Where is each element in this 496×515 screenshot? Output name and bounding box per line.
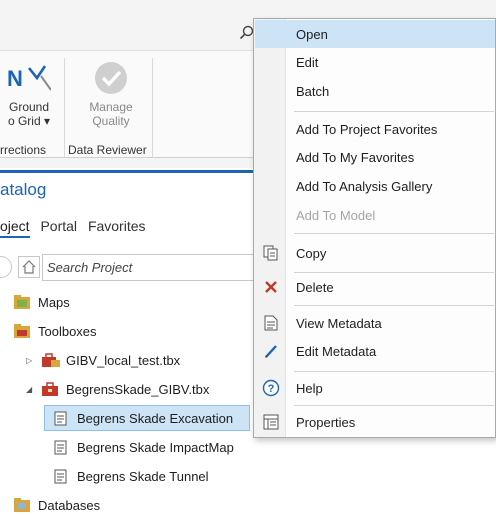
tree-item-gibv-local-test[interactable]: ▷ GIBV_local_test.tbx	[26, 347, 180, 373]
menu-separator	[294, 305, 494, 306]
menu-item-label: Add To Analysis Gallery	[296, 178, 433, 194]
tree-item-label: GIBV_local_test.tbx	[66, 352, 181, 368]
manage-quality-label-1: Manage	[89, 100, 133, 114]
svg-text:N: N	[7, 66, 23, 91]
catalog-title: atalog	[0, 180, 47, 199]
menu-item-label: Open	[296, 26, 328, 42]
menu-item-label: Edit	[296, 54, 319, 70]
menu-item-label: Batch	[296, 83, 330, 99]
map-folder-icon	[14, 295, 30, 309]
script-tool-icon	[53, 469, 69, 484]
svg-text:?: ?	[268, 383, 275, 395]
menu-item-label: Copy	[296, 245, 327, 261]
properties-icon	[255, 408, 287, 436]
catalog-tabs: oject Portal Favorites	[0, 218, 153, 238]
script-tool-icon	[53, 440, 69, 455]
menu-item-label: Edit Metadata	[296, 343, 377, 359]
context-menu: Open Edit Batch Add To Project Favorites…	[253, 18, 496, 438]
menu-item-label: View Metadata	[296, 315, 382, 331]
tree-item-label: Begrens Skade Excavation	[77, 410, 234, 426]
menu-item-label: Properties	[296, 414, 356, 430]
tree-item-databases[interactable]: Databases	[14, 492, 100, 515]
menu-item-label: Add To Model	[296, 207, 376, 223]
manage-quality-button[interactable]: Manage Quality	[74, 60, 148, 128]
menu-item-help[interactable]: ? Help	[255, 374, 495, 402]
menu-item-label: Add To My Favorites	[296, 149, 415, 165]
group-label-corrections: rrections	[0, 143, 47, 157]
manage-quality-label-2: Quality	[92, 114, 130, 128]
tree-item-toolboxes[interactable]: Toolboxes	[14, 318, 97, 344]
menu-item-label: Add To Project Favorites	[296, 121, 438, 137]
toolbox-icon	[42, 382, 58, 396]
tree-item-label: Databases	[38, 497, 101, 513]
group-label-data-reviewer: Data Reviewer	[68, 143, 147, 157]
menu-item-add-to-model: Add To Model	[255, 201, 495, 229]
menu-item-add-to-analysis-gallery[interactable]: Add To Analysis Gallery	[255, 172, 495, 200]
menu-separator	[294, 371, 494, 372]
databases-icon	[14, 498, 30, 512]
help-icon: ?	[255, 374, 287, 402]
ground-to-grid-label-2: o Grid ▾	[7, 114, 51, 128]
tree-item-label: Maps	[38, 294, 70, 310]
collapse-icon[interactable]: ◢	[26, 385, 36, 394]
menu-separator	[294, 233, 494, 234]
back-button[interactable]	[0, 256, 12, 278]
menu-item-open[interactable]: Open	[255, 20, 495, 48]
delete-icon	[255, 273, 287, 301]
ground-to-grid-icon: N	[0, 60, 58, 100]
ribbon-separator	[64, 140, 65, 158]
menu-item-batch[interactable]: Batch	[255, 77, 495, 105]
tree-item-begrensskade-gibv[interactable]: ◢ BegrensSkade_GIBV.tbx	[26, 376, 209, 402]
ground-to-grid-label-1: Ground	[8, 100, 50, 114]
home-button[interactable]	[18, 256, 40, 278]
catalog-search-row: Search Project	[0, 254, 258, 282]
search-input[interactable]: Search Project	[42, 254, 258, 281]
tree-item-begrens-skade-impactmap[interactable]: Begrens Skade ImpactMap	[53, 434, 234, 460]
menu-separator	[294, 405, 494, 406]
menu-item-label: Help	[296, 380, 323, 396]
tab-favorites[interactable]: Favorites	[88, 218, 146, 234]
tree-item-label: Begrens Skade ImpactMap	[77, 439, 234, 455]
tree-item-label: BegrensSkade_GIBV.tbx	[66, 381, 210, 397]
tree-item-maps[interactable]: Maps	[14, 289, 70, 315]
menu-item-label: Delete	[296, 279, 334, 295]
expand-icon[interactable]: ▷	[26, 356, 36, 365]
menu-item-delete[interactable]: Delete	[255, 273, 495, 301]
ribbon-top-bar	[0, 18, 260, 48]
menu-item-copy[interactable]: Copy	[255, 239, 495, 267]
ribbon-separator	[152, 58, 153, 158]
manage-quality-icon	[74, 60, 148, 100]
menu-item-edit-metadata[interactable]: Edit Metadata	[255, 337, 495, 365]
menu-separator	[294, 111, 494, 112]
copy-icon	[255, 239, 287, 267]
menu-item-add-to-project-favorites[interactable]: Add To Project Favorites	[255, 115, 495, 143]
toolboxes-icon	[14, 324, 30, 338]
menu-item-properties[interactable]: Properties	[255, 408, 495, 436]
tab-project[interactable]: oject	[0, 218, 30, 238]
menu-item-view-metadata[interactable]: View Metadata	[255, 309, 495, 337]
ground-to-grid-button[interactable]: N Ground o Grid ▾	[0, 60, 58, 128]
edit-metadata-icon	[255, 337, 287, 365]
toolbox-icon	[42, 353, 60, 367]
menu-item-add-to-my-favorites[interactable]: Add To My Favorites	[255, 143, 495, 171]
view-metadata-icon	[255, 309, 287, 337]
menu-item-edit[interactable]: Edit	[255, 48, 495, 76]
home-icon	[19, 257, 39, 282]
tree-item-begrens-skade-excavation[interactable]: Begrens Skade Excavation	[44, 405, 250, 431]
script-tool-icon	[53, 411, 69, 426]
tab-portal[interactable]: Portal	[40, 218, 77, 234]
tree-item-label: Toolboxes	[38, 323, 97, 339]
tree-item-begrens-skade-tunnel[interactable]: Begrens Skade Tunnel	[53, 463, 209, 489]
tree-item-label: Begrens Skade Tunnel	[77, 468, 209, 484]
